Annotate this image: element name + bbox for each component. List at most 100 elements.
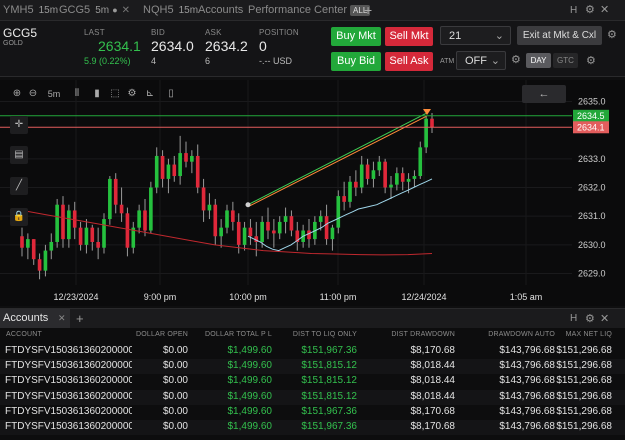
lock-icon[interactable]: 🔒 xyxy=(10,208,28,226)
settings-icon[interactable]: ⚙ xyxy=(585,0,595,21)
table-cell: $143,796.68 xyxy=(499,405,555,417)
table-cell: $151,815.12 xyxy=(301,390,357,402)
trend-anchor xyxy=(245,202,251,208)
tab-ymh5[interactable]: YMH5 15m xyxy=(3,0,58,21)
candle xyxy=(137,210,141,228)
order-settings-icon[interactable]: ⚙ xyxy=(607,28,617,41)
candle xyxy=(342,196,346,202)
candle xyxy=(260,221,264,242)
column-header[interactable]: ACCOUNT xyxy=(6,331,42,338)
candle xyxy=(143,210,147,231)
tab-performance-center[interactable]: Performance Center ALL xyxy=(248,0,371,21)
indicators-icon[interactable]: ⚙ xyxy=(125,87,139,101)
candle xyxy=(231,210,235,222)
candle xyxy=(307,230,311,240)
zoom-out-icon[interactable]: ⊖ xyxy=(26,87,40,101)
candle xyxy=(348,181,352,202)
candle xyxy=(277,221,282,234)
candle xyxy=(43,250,48,271)
candle xyxy=(37,259,42,271)
table-cell: $1,499.60 xyxy=(227,360,273,372)
table-cell: $8,018.44 xyxy=(410,375,456,387)
timeframe-button[interactable]: 5m xyxy=(44,87,64,101)
candle xyxy=(125,213,130,248)
column-header[interactable]: MAX NET LIQ xyxy=(566,331,612,338)
table-cell: $0.00 xyxy=(162,360,188,372)
candle xyxy=(330,227,335,240)
candle xyxy=(266,221,270,231)
add-tab-icon[interactable]: + xyxy=(364,0,372,21)
candle xyxy=(283,216,288,222)
bid-size: 4 xyxy=(151,56,157,66)
instrument-name: GOLD xyxy=(3,40,23,47)
studies-icon[interactable]: ⊾ xyxy=(143,87,157,101)
accounts-tab[interactable]: Accounts ✕ xyxy=(0,309,70,328)
candle xyxy=(371,170,376,179)
help-icon[interactable]: H xyxy=(570,313,577,324)
settings-icon[interactable]: ⚙ xyxy=(585,312,595,325)
table-cell: $8,018.44 xyxy=(410,390,456,402)
table-cell: $143,796.68 xyxy=(499,360,555,372)
add-tab-icon[interactable]: + xyxy=(76,311,84,326)
column-header[interactable]: DIST TO LIQ ONLY xyxy=(293,331,357,338)
back-arrow-icon[interactable]: ← xyxy=(522,85,566,103)
candle xyxy=(102,219,106,248)
gtc-toggle[interactable]: GTC xyxy=(553,53,578,68)
column-header[interactable]: DRAWDOWN AUTO xyxy=(488,331,555,338)
table-cell: $151,967.36 xyxy=(301,405,357,417)
close-tab-icon[interactable]: ✕ xyxy=(58,313,66,324)
tab-gcg5[interactable]: GCG5 5m ● ✕ xyxy=(54,0,139,21)
table-cell: $0.00 xyxy=(162,375,188,387)
chart-type-icon[interactable]: ⫴ xyxy=(70,87,84,101)
tab-label: NQH5 xyxy=(143,4,174,16)
tab-nqh5[interactable]: NQH5 15m xyxy=(143,0,198,21)
chevron-down-icon: ⌄ xyxy=(490,55,500,67)
candle xyxy=(61,204,65,240)
table-cell: $0.00 xyxy=(162,421,188,432)
atm-settings-icon[interactable]: ⚙ xyxy=(511,53,521,66)
sell-ask-button[interactable]: Sell Ask xyxy=(385,52,433,71)
buy-bid-button[interactable]: Buy Bid xyxy=(331,52,381,71)
candle xyxy=(400,173,405,182)
accounts-panel-header: Accounts ✕ + H ⚙ ✕ xyxy=(0,308,625,328)
bar-style-icon[interactable]: ▮ xyxy=(90,87,104,101)
candle xyxy=(108,178,112,220)
candle xyxy=(207,204,212,211)
candle xyxy=(201,187,206,211)
column-header[interactable]: DIST DRAWDOWN xyxy=(391,331,455,338)
close-tab-icon[interactable]: ✕ xyxy=(122,5,130,16)
atm-select[interactable]: OFF ⌄ xyxy=(456,51,506,70)
quantity-select[interactable]: 21 ⌄ xyxy=(440,26,511,45)
ask-size: 6 xyxy=(205,56,211,66)
table-cell: $8,170.68 xyxy=(410,421,456,432)
buy-market-button[interactable]: Buy Mkt xyxy=(331,27,381,46)
crosshair-icon[interactable]: ✛ xyxy=(10,116,28,134)
candle xyxy=(154,155,159,188)
candle xyxy=(406,178,411,182)
window-close-icon[interactable]: ✕ xyxy=(600,0,609,21)
price-chart[interactable]: 2635.0 2633.0 2632.0 2631.0 2630.0 2629.0 12/2… xyxy=(0,80,625,306)
help-icon[interactable]: H xyxy=(570,0,577,21)
templates-icon[interactable]: ▯ xyxy=(164,87,178,101)
column-header[interactable]: DOLLAR OPEN xyxy=(136,331,188,338)
notes-icon[interactable]: ▤ xyxy=(10,146,28,164)
position-label: POSITION xyxy=(259,28,299,37)
column-header[interactable]: DOLLAR TOTAL P L xyxy=(205,331,272,338)
draw-line-icon[interactable]: ╱ xyxy=(10,177,28,195)
panel-close-icon[interactable]: ✕ xyxy=(600,312,609,325)
x-tick-label: 12/24/2024 xyxy=(401,292,446,302)
candle xyxy=(336,196,341,228)
tif-settings-icon[interactable]: ⚙ xyxy=(586,54,596,67)
table-cell: $1,499.60 xyxy=(227,345,273,356)
tab-accounts[interactable]: Accounts xyxy=(198,0,243,21)
tab-label: Accounts xyxy=(198,4,244,16)
chart-canvas[interactable]: 2635.0 2633.0 2632.0 2631.0 2630.0 2629.0 12/2… xyxy=(0,80,625,306)
exit-at-market-cancel-button[interactable]: Exit at Mkt & Cxl xyxy=(517,26,602,45)
day-toggle[interactable]: DAY xyxy=(526,53,551,68)
sell-market-button[interactable]: Sell Mkt xyxy=(385,27,433,46)
table-cell: $151,296.68 xyxy=(556,390,612,402)
candle xyxy=(90,227,95,242)
table-cell: $151,815.12 xyxy=(301,375,357,387)
zoom-in-icon[interactable]: ⊕ xyxy=(10,87,24,101)
select-area-icon[interactable]: ⬚ xyxy=(108,87,122,101)
